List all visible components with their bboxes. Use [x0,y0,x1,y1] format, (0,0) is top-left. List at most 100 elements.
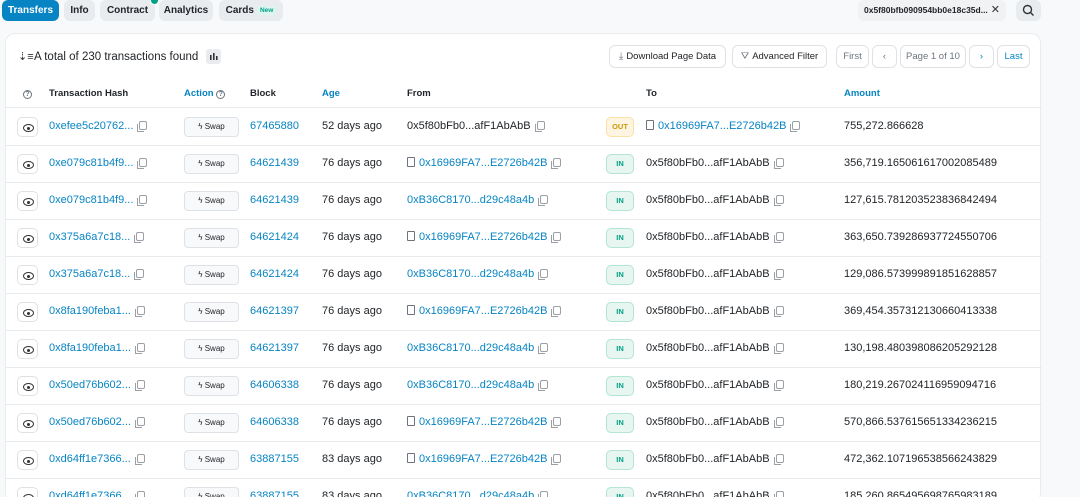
copy-icon[interactable] [551,417,562,428]
from-address[interactable]: 0x16969FA7...E2726b42B [407,231,562,243]
copy-icon[interactable] [773,306,784,317]
block-link[interactable]: 64621424 [250,268,299,280]
copy-icon[interactable] [773,195,784,206]
advanced-filter-button[interactable]: ⛛ Advanced Filter [732,45,827,68]
view-details-eye-icon[interactable] [17,302,38,322]
copy-icon[interactable] [773,380,784,391]
block-link[interactable]: 64606338 [250,379,299,391]
tx-hash-link[interactable]: 0xd64ff1e7366... [49,490,145,497]
block-link[interactable]: 63887155 [250,490,299,497]
copy-icon[interactable] [773,417,784,428]
to-address[interactable]: 0x5f80bFb0...afF1AbAbB [646,342,784,354]
to-address[interactable]: 0x5f80bFb0...afF1AbAbB [646,157,784,169]
block-link[interactable]: 64621397 [250,305,299,317]
from-address[interactable]: 0x16969FA7...E2726b42B [407,416,562,428]
copy-icon[interactable] [790,121,801,132]
copy-icon[interactable] [538,269,549,280]
copy-icon[interactable] [137,121,148,132]
copy-icon[interactable] [773,491,784,497]
view-details-eye-icon[interactable] [17,228,38,248]
from-address[interactable]: 0xB36C8170...d29c48a4b [407,268,549,280]
tx-hash-link[interactable]: 0x50ed76b602... [49,379,145,391]
copy-icon[interactable] [134,306,145,317]
col-amount[interactable]: Amount [844,88,880,99]
copy-icon[interactable] [134,491,145,497]
block-link[interactable]: 67465880 [250,120,299,132]
copy-icon[interactable] [134,417,145,428]
tx-hash-link[interactable]: 0x375a6a7c18... [49,268,145,280]
copy-icon[interactable] [534,121,545,132]
tx-hash-link[interactable]: 0x50ed76b602... [49,416,145,428]
tx-hash-link[interactable]: 0xe079c81b4f9... [49,157,148,169]
tx-hash-link[interactable]: 0x8fa190feba1... [49,342,145,354]
copy-icon[interactable] [134,232,145,243]
last-page-button[interactable]: Last [997,45,1030,68]
block-link[interactable]: 64621439 [250,194,299,206]
search-button[interactable] [1016,0,1041,21]
from-address[interactable]: 0x16969FA7...E2726b42B [407,305,562,317]
tab-cards[interactable]: Cards New [219,0,283,21]
col-age[interactable]: Age [322,88,340,99]
copy-icon[interactable] [773,269,784,280]
to-address[interactable]: 0x5f80bFb0...afF1AbAbB [646,305,784,317]
block-link[interactable]: 64621424 [250,231,299,243]
close-icon[interactable]: ✕ [991,0,1000,21]
copy-icon[interactable] [538,343,549,354]
download-page-data-button[interactable]: ⤓ Download Page Data [609,45,726,68]
view-details-eye-icon[interactable] [17,376,38,396]
to-address[interactable]: 0x16969FA7...E2726b42B [646,120,801,132]
tab-analytics[interactable]: Analytics [159,0,213,21]
from-address[interactable]: 0x5f80bFb0...afF1AbAbB [407,120,545,132]
copy-icon[interactable] [551,232,562,243]
copy-icon[interactable] [773,232,784,243]
block-link[interactable]: 63887155 [250,453,299,465]
next-page-button[interactable]: › [969,45,994,68]
copy-icon[interactable] [134,454,145,465]
to-address[interactable]: 0x5f80bFb0...afF1AbAbB [646,231,784,243]
from-address[interactable]: 0xB36C8170...d29c48a4b [407,490,549,497]
to-address[interactable]: 0x5f80bFb0...afF1AbAbB [646,416,784,428]
block-link[interactable]: 64606338 [250,416,299,428]
copy-icon[interactable] [137,158,148,169]
to-address[interactable]: 0x5f80bFb0...afF1AbAbB [646,490,784,497]
copy-icon[interactable] [134,343,145,354]
tx-hash-link[interactable]: 0x375a6a7c18... [49,231,145,243]
view-details-eye-icon[interactable] [17,450,38,470]
help-icon[interactable]: ? [216,90,226,99]
from-address[interactable]: 0x16969FA7...E2726b42B [407,157,562,169]
tab-contract[interactable]: Contract [100,0,159,21]
chart-icon[interactable] [206,49,222,64]
from-address[interactable]: 0xB36C8170...d29c48a4b [407,379,549,391]
copy-icon[interactable] [551,158,562,169]
copy-icon[interactable] [773,454,784,465]
copy-icon[interactable] [538,195,549,206]
tab-transfers[interactable]: Transfers [2,0,59,21]
tab-info[interactable]: Info [64,0,95,21]
address-filter-chip[interactable]: 0x5f80bfb090954bb0e18c35d... ✕ [858,0,1006,21]
tx-hash-link[interactable]: 0xe079c81b4f9... [49,194,148,206]
block-link[interactable]: 64621439 [250,157,299,169]
prev-page-button[interactable]: ‹ [872,45,897,68]
from-address[interactable]: 0xB36C8170...d29c48a4b [407,194,549,206]
copy-icon[interactable] [134,380,145,391]
view-details-eye-icon[interactable] [17,487,38,497]
to-address[interactable]: 0x5f80bFb0...afF1AbAbB [646,379,784,391]
col-action[interactable]: Action ? [184,88,226,99]
copy-icon[interactable] [551,306,562,317]
to-address[interactable]: 0x5f80bFb0...afF1AbAbB [646,268,784,280]
copy-icon[interactable] [538,491,549,497]
view-details-eye-icon[interactable] [17,265,38,285]
view-details-eye-icon[interactable] [17,413,38,433]
view-details-eye-icon[interactable] [17,339,38,359]
to-address[interactable]: 0x5f80bFb0...afF1AbAbB [646,194,784,206]
from-address[interactable]: 0x16969FA7...E2726b42B [407,453,562,465]
copy-icon[interactable] [551,454,562,465]
view-details-eye-icon[interactable] [17,191,38,211]
tx-hash-link[interactable]: 0x8fa190feba1... [49,305,145,317]
block-link[interactable]: 64621397 [250,342,299,354]
tx-hash-link[interactable]: 0xd64ff1e7366... [49,453,145,465]
view-details-eye-icon[interactable] [17,154,38,174]
copy-icon[interactable] [773,158,784,169]
copy-icon[interactable] [134,269,145,280]
to-address[interactable]: 0x5f80bFb0...afF1AbAbB [646,453,784,465]
